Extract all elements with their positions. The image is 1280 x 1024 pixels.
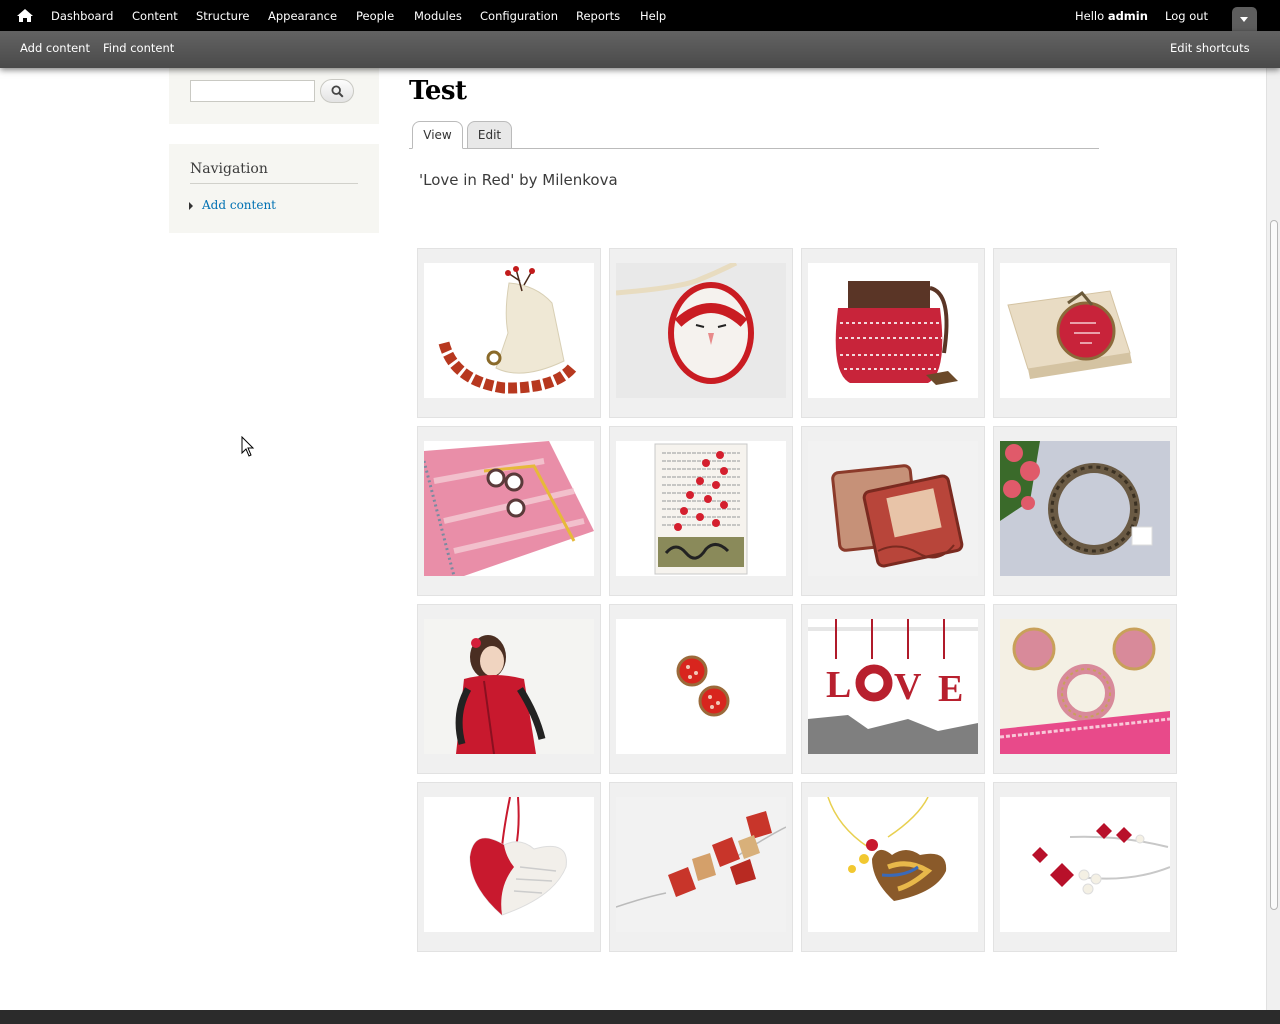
tabs-divider [409,148,1099,149]
shortcut-add-content[interactable]: Add content [20,41,90,55]
svg-text:V: V [894,666,922,708]
divider [190,183,358,184]
greeting-label: Hello [1075,9,1108,23]
gallery-item[interactable] [993,248,1177,418]
bullet-arrow-icon [189,202,193,210]
logout-link[interactable]: Log out [1165,9,1208,23]
gallery-item[interactable] [417,604,601,774]
gallery-item[interactable] [609,426,793,596]
heart-glass-pendant-image [808,797,978,932]
woman-red-coat-image [424,619,594,754]
svg-text:L: L [826,664,851,706]
page-title: Test [409,76,467,106]
chevron-down-icon [1240,17,1248,22]
gallery-item[interactable] [609,782,793,952]
gallery-item[interactable] [609,604,793,774]
gallery-item[interactable]: L V E [801,604,985,774]
red-coasters-image [808,441,978,576]
mouse-pointer-icon [241,436,255,457]
page-scrollbar[interactable] [1266,68,1280,1010]
menu-help[interactable]: Help [640,9,666,23]
navigation-block: Navigation Add content [169,144,379,233]
gallery-item[interactable] [801,426,985,596]
navigation-title: Navigation [190,161,268,177]
gallery-item[interactable] [417,248,601,418]
menu-structure[interactable]: Structure [196,9,250,23]
search-icon [331,85,344,98]
gallery-item[interactable] [801,782,985,952]
menu-appearance[interactable]: Appearance [268,9,337,23]
username[interactable]: admin [1108,9,1148,23]
red-circuit-brooch-image [1000,263,1170,398]
gallery-item[interactable] [993,782,1177,952]
hearts-art-print-image [616,441,786,576]
tab-edit[interactable]: Edit [467,121,512,149]
search-block [169,68,379,124]
red-knitted-pouch-image [808,263,978,398]
admin-toolbar: Dashboard Content Structure Appearance P… [0,0,1280,68]
menu-dashboard[interactable]: Dashboard [51,9,113,23]
love-ornament-image: L V E [808,619,978,754]
gallery-item[interactable] [609,248,793,418]
menu-modules[interactable]: Modules [414,9,462,23]
home-icon[interactable] [16,8,34,24]
toolbar-drawer-toggle[interactable] [1232,7,1257,31]
shortcut-find-content[interactable]: Find content [103,41,174,55]
pink-notebook-image [424,441,594,576]
red-crystal-earrings-image [1000,797,1170,932]
red-stone-necklace-image [616,797,786,932]
red-stud-earrings-image [616,619,786,754]
gallery-item[interactable] [993,426,1177,596]
gallery-item[interactable] [993,604,1177,774]
page-footer [0,1010,1280,1024]
menu-reports[interactable]: Reports [576,9,620,23]
user-greeting: Hello admin [1075,9,1148,23]
edit-shortcuts-link[interactable]: Edit shortcuts [1170,41,1250,55]
toolbar-menu-bar: Dashboard Content Structure Appearance P… [0,0,1280,31]
menu-people[interactable]: People [356,9,394,23]
scrollbar-thumb[interactable] [1270,220,1278,910]
gallery-item[interactable] [417,426,601,596]
red-beaded-necklace-image [424,263,594,398]
gallery-item[interactable] [801,248,985,418]
red-heart-pendant-image [424,797,594,932]
tab-view[interactable]: View [412,121,463,149]
owl-pendant-image [616,263,786,398]
round-mirror-image [1000,441,1170,576]
shortcuts-bar: Add content Find content Edit shortcuts [0,31,1280,68]
search-button[interactable] [320,79,354,103]
search-input[interactable] [190,80,315,102]
node-body-text: 'Love in Red' by Milenkova [419,171,618,189]
svg-text:E: E [938,668,963,710]
nav-add-content-link[interactable]: Add content [202,198,276,212]
menu-content[interactable]: Content [132,9,178,23]
pink-jewelry-set-image [1000,619,1170,754]
gallery-item[interactable] [417,782,601,952]
menu-configuration[interactable]: Configuration [480,9,558,23]
